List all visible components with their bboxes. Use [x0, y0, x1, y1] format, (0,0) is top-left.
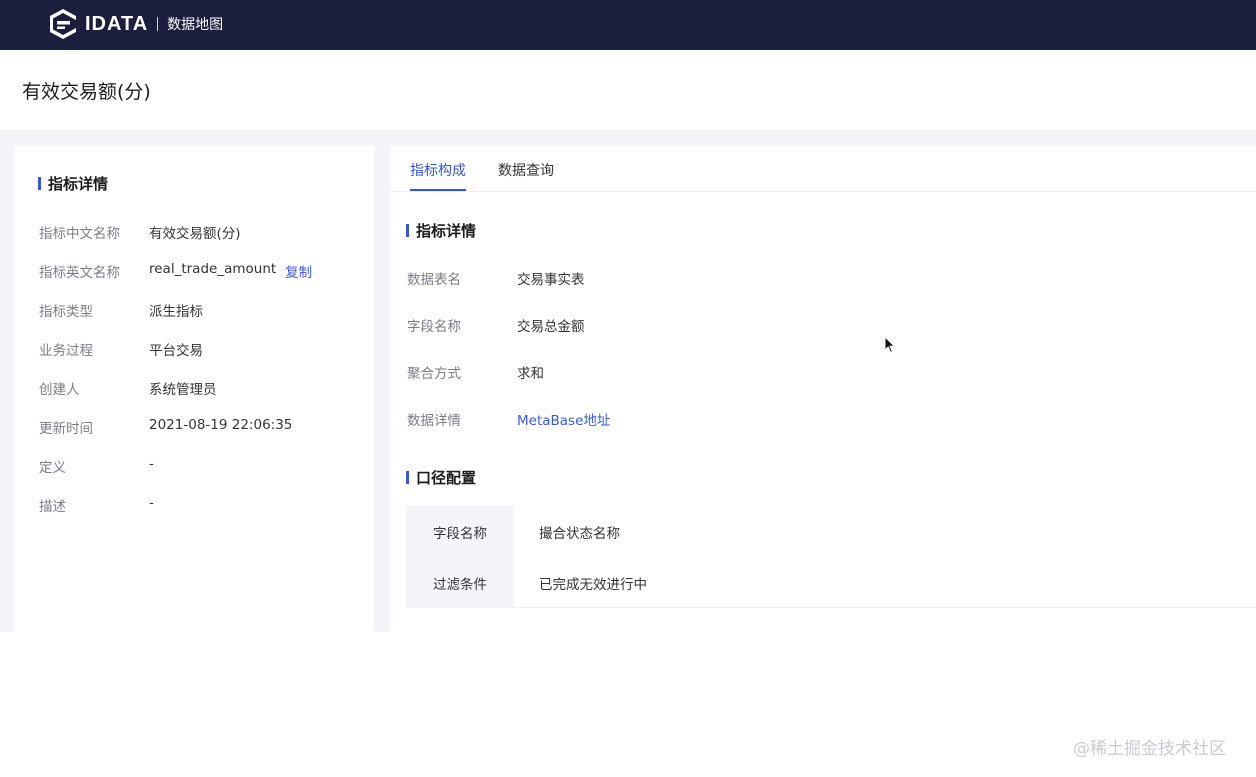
mouse-cursor-icon	[884, 336, 896, 354]
detail-label: 业务过程	[39, 343, 93, 359]
tab-bar: 指标构成 数据查询	[390, 146, 1256, 192]
caliber-heading: 口径配置	[406, 467, 476, 488]
metric-detail-heading-text: 指标详情	[48, 175, 109, 193]
detail-label: 指标类型	[39, 304, 93, 320]
detail-label: 指标英文名称	[39, 265, 120, 281]
idata-logo-icon	[50, 9, 76, 39]
composition-value: 求和	[517, 366, 544, 382]
caliber-heading-text: 口径配置	[416, 469, 477, 487]
composition-value: 交易事实表	[517, 272, 585, 288]
active-tab-indicator	[410, 189, 466, 191]
tab-data-query[interactable]: 数据查询	[498, 160, 554, 180]
composition-row-table-name: 数据表名 交易事实表	[407, 268, 585, 288]
detail-value: 派生指标	[149, 304, 203, 320]
detail-row-en-name: 指标英文名称 real_trade_amount 复制	[39, 261, 312, 281]
page-title: 有效交易额(分)	[22, 81, 151, 103]
detail-row-business-process: 业务过程 平台交易	[39, 339, 203, 359]
detail-label: 定义	[39, 460, 66, 476]
watermark: @稀土掘金技术社区	[1073, 739, 1226, 759]
composition-row-data-detail: 数据详情 MetaBase地址	[407, 409, 610, 429]
detail-row-creator: 创建人 系统管理员	[39, 378, 217, 398]
heading-accent-bar	[406, 471, 409, 484]
app-logo[interactable]: IDATA 数据地图	[48, 8, 223, 40]
detail-value: 系统管理员	[149, 382, 217, 398]
tab-metric-composition[interactable]: 指标构成	[410, 160, 466, 180]
copy-button[interactable]: 复制	[285, 261, 312, 281]
caliber-value: 撮合状态名称	[539, 525, 620, 542]
top-navigation-bar: IDATA 数据地图	[0, 0, 1256, 50]
logo-divider	[157, 17, 159, 31]
detail-row-cn-name: 指标中文名称 有效交易额(分)	[39, 222, 241, 242]
detail-value: -	[149, 495, 154, 511]
detail-label: 描述	[39, 499, 66, 515]
table-row: 字段名称 撮合状态名称	[406, 506, 1256, 557]
heading-accent-bar	[406, 224, 409, 237]
detail-row-definition: 定义 -	[39, 456, 154, 476]
composition-row-field-name: 字段名称 交易总金额	[407, 315, 585, 335]
composition-heading-text: 指标详情	[416, 222, 477, 240]
composition-label: 数据详情	[407, 413, 461, 429]
composition-label: 聚合方式	[407, 366, 461, 382]
detail-value: 有效交易额(分)	[149, 226, 241, 242]
caliber-value: 已完成无效进行中	[539, 576, 647, 593]
app-subtitle: 数据地图	[167, 17, 224, 33]
metabase-link[interactable]: MetaBase地址	[517, 409, 610, 429]
heading-accent-bar	[38, 177, 41, 190]
caliber-label: 过滤条件	[406, 557, 514, 608]
composition-label: 字段名称	[407, 319, 461, 335]
metric-composition-panel: 指标构成 数据查询 指标详情 数据表名 交易事实表 字段名称 交易总金额 聚合方…	[390, 146, 1256, 632]
detail-label: 指标中文名称	[39, 226, 120, 242]
detail-row-description: 描述 -	[39, 495, 154, 515]
detail-value: real_trade_amount	[149, 261, 277, 277]
detail-value: -	[149, 456, 154, 472]
logo-text: IDATA	[85, 12, 149, 35]
table-row: 过滤条件 已完成无效进行中	[406, 557, 1256, 608]
detail-row-updated-time: 更新时间 2021-08-19 22:06:35	[39, 417, 292, 437]
detail-label: 创建人	[39, 382, 80, 398]
page-title-bar: 有效交易额(分)	[0, 50, 1256, 130]
caliber-config-table: 字段名称 撮合状态名称 过滤条件 已完成无效进行中	[406, 506, 1256, 608]
composition-label: 数据表名	[407, 272, 461, 288]
composition-row-aggregation: 聚合方式 求和	[407, 362, 544, 382]
detail-value: 2021-08-19 22:06:35	[149, 417, 293, 433]
detail-value: 平台交易	[149, 343, 203, 359]
detail-row-type: 指标类型 派生指标	[39, 300, 203, 320]
composition-value: 交易总金额	[517, 319, 585, 335]
detail-label: 更新时间	[39, 421, 93, 437]
caliber-label: 字段名称	[406, 506, 514, 557]
metric-detail-panel: 指标详情 指标中文名称 有效交易额(分) 指标英文名称 real_trade_a…	[14, 146, 374, 632]
composition-heading: 指标详情	[406, 220, 476, 241]
metric-detail-heading: 指标详情	[38, 173, 108, 194]
